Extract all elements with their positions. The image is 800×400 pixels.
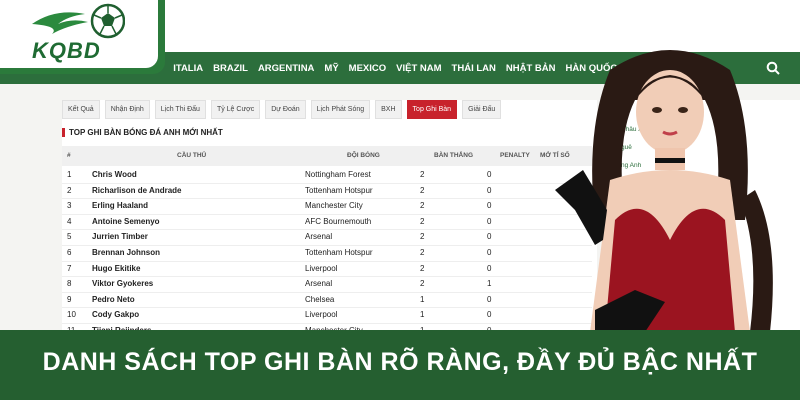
goals-cell: 2 — [420, 170, 425, 179]
team-cell[interactable]: AFC Bournemouth — [305, 217, 371, 226]
tab-bar: Kết Quả Nhận Định Lịch Thi Đấu Tỷ Lệ Cược Dự… — [62, 100, 506, 119]
goals-cell: 2 — [420, 232, 425, 242]
scorers-table: 1 Chris Wood Nottingham Forest 2 0 2 Richarlis… — [62, 168, 592, 340]
table-row[interactable]: 7 Hugo Ekitike Liverpool 2 0 — [62, 262, 592, 278]
team-cell[interactable]: Arsenal — [305, 279, 332, 288]
rank-cell: 4 — [67, 216, 72, 226]
goals-cell: 2 — [420, 247, 425, 257]
nav-item[interactable]: MEXICO — [349, 63, 386, 74]
tab-item[interactable]: Lịch Thi Đấu — [154, 100, 206, 119]
nav-item[interactable]: ARGENTINA — [258, 63, 314, 74]
player-cell[interactable]: Brennan Johnson — [92, 248, 160, 257]
rank-cell: 5 — [67, 232, 72, 242]
player-cell[interactable]: Richarlison de Andrade — [92, 186, 182, 195]
tab-item[interactable]: Top Ghi Bàn — [406, 100, 458, 119]
main-content: Kết Quả Nhận Định Lịch Thi Đấu Tỷ Lệ Cược Dự… — [62, 100, 597, 340]
rank-cell: 1 — [67, 170, 72, 179]
table-row[interactable]: 4 Antoine Semenyo AFC Bournemouth 2 0 — [62, 215, 592, 231]
tab-item[interactable]: BXH — [375, 100, 402, 119]
banner-headline: DANH SÁCH TOP GHI BÀN RÕ RÀNG, ĐẦY ĐỦ BẬ… — [42, 348, 758, 376]
player-cell[interactable]: Erling Haaland — [92, 201, 148, 210]
model-illustration — [555, 50, 773, 332]
tab-item[interactable]: Lịch Phát Sóng — [310, 100, 371, 119]
table-row[interactable]: 1 Chris Wood Nottingham Forest 2 0 — [62, 168, 592, 184]
penalty-cell: 0 — [487, 247, 492, 257]
player-cell[interactable]: Jurrien Timber — [92, 232, 148, 241]
penalty-cell: 0 — [487, 263, 492, 273]
player-cell[interactable]: Viktor Gyokeres — [92, 279, 153, 288]
table-row[interactable]: 8 Viktor Gyokeres Arsenal 2 1 — [62, 277, 592, 293]
header-goals: BÀN THẮNG — [434, 152, 473, 159]
rank-cell: 9 — [67, 294, 72, 304]
football-logo-icon — [32, 3, 125, 39]
rank-cell: 3 — [67, 201, 72, 211]
player-cell[interactable]: Hugo Ekitike — [92, 264, 140, 273]
nav-item[interactable]: ITALIA — [173, 63, 203, 74]
rank-cell: 10 — [67, 310, 76, 320]
header-team: ĐỘI BÓNG — [347, 152, 380, 159]
nav-item[interactable]: NHẬT BẢN — [506, 63, 556, 74]
tab-item[interactable]: Nhận Định — [104, 100, 150, 119]
goals-cell: 2 — [420, 185, 425, 195]
logo-inner: KQBD — [0, 0, 158, 68]
table-row[interactable]: 2 Richarlison de Andrade Tottenham Hotspur… — [62, 184, 592, 200]
tab-item[interactable]: Kết Quả — [62, 100, 100, 119]
team-cell[interactable]: Nottingham Forest — [305, 170, 371, 179]
header-rank: # — [67, 152, 71, 159]
logo-text: KQBD — [32, 38, 101, 63]
table-row[interactable]: 9 Pedro Neto Chelsea 1 0 — [62, 293, 592, 309]
rank-cell: 2 — [67, 185, 72, 195]
team-cell[interactable]: Liverpool — [305, 310, 337, 319]
table-row[interactable]: 6 Brennan Johnson Tottenham Hotspur 2 0 — [62, 246, 592, 262]
goals-cell: 2 — [420, 279, 425, 289]
penalty-cell: 0 — [487, 232, 492, 242]
goals-cell: 1 — [420, 294, 425, 304]
team-cell[interactable]: Tottenham Hotspur — [305, 186, 373, 195]
goals-cell: 2 — [420, 216, 425, 226]
nav-item[interactable]: VIỆT NAM — [396, 63, 441, 74]
header-penalty: PENALTY — [500, 152, 530, 159]
table-row[interactable]: 5 Jurrien Timber Arsenal 2 0 — [62, 230, 592, 246]
player-cell[interactable]: Pedro Neto — [92, 295, 135, 304]
nav-item[interactable]: MỸ — [324, 63, 338, 74]
section-title: TOP GHI BÀN BÓNG ĐÁ ANH MỚI NHẤT — [62, 128, 223, 137]
tab-item[interactable]: Dự Đoán — [265, 100, 306, 119]
team-cell[interactable]: Chelsea — [305, 295, 334, 304]
player-cell[interactable]: Cody Gakpo — [92, 310, 139, 319]
table-row[interactable]: 10 Cody Gakpo Liverpool 1 0 — [62, 308, 592, 324]
team-cell[interactable]: Liverpool — [305, 264, 337, 273]
penalty-cell: 0 — [487, 185, 492, 195]
player-cell[interactable]: Antoine Semenyo — [92, 217, 160, 226]
team-cell[interactable]: Tottenham Hotspur — [305, 248, 373, 257]
penalty-cell: 0 — [487, 294, 492, 304]
penalty-cell: 0 — [487, 310, 492, 320]
rank-cell: 7 — [67, 263, 72, 273]
header-player: CẦU THỦ — [177, 152, 207, 159]
penalty-cell: 0 — [487, 201, 492, 211]
goals-cell: 1 — [420, 310, 425, 320]
rank-cell: 6 — [67, 247, 72, 257]
goals-cell: 2 — [420, 263, 425, 273]
goals-cell: 2 — [420, 201, 425, 211]
tab-item[interactable]: Giải Đấu — [462, 100, 502, 119]
penalty-cell: 0 — [487, 170, 492, 179]
nav-item[interactable]: BRAZIL — [213, 63, 248, 74]
bottom-banner: DANH SÁCH TOP GHI BÀN RÕ RÀNG, ĐẦY ĐỦ BẬ… — [0, 330, 800, 400]
penalty-cell: 1 — [487, 279, 492, 289]
logo-container[interactable]: KQBD — [0, 0, 165, 74]
penalty-cell: 0 — [487, 216, 492, 226]
table-row[interactable]: 3 Erling Haaland Manchester City 2 0 — [62, 199, 592, 215]
player-cell[interactable]: Chris Wood — [92, 170, 137, 179]
tab-item[interactable]: Tỷ Lệ Cược — [210, 100, 261, 119]
nav-item[interactable]: THÁI LAN — [452, 63, 496, 74]
team-cell[interactable]: Arsenal — [305, 232, 332, 241]
rank-cell: 8 — [67, 279, 72, 289]
table-header: # CẦU THỦ ĐỘI BÓNG BÀN THẮNG PENALTY MỞ … — [62, 146, 592, 166]
team-cell[interactable]: Manchester City — [305, 201, 363, 210]
